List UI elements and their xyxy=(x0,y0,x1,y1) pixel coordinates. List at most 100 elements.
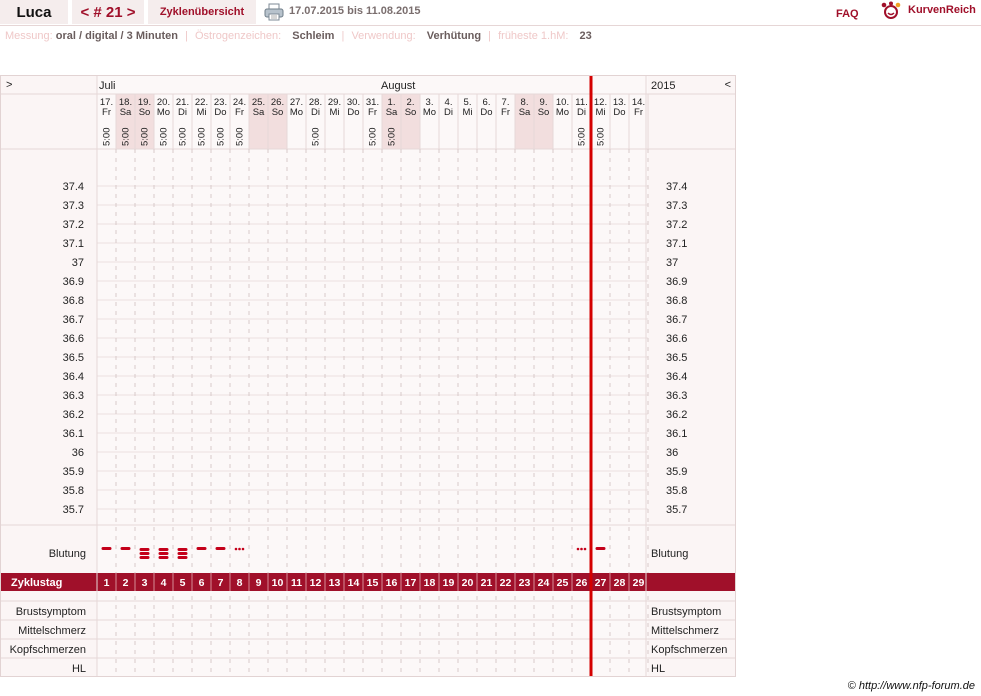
day-weekday: Do xyxy=(613,107,625,118)
day-weekday: Di xyxy=(178,107,187,118)
bleeding-mark-spotting xyxy=(241,547,245,551)
prev-arrow-button[interactable]: > xyxy=(6,79,12,91)
separator: | xyxy=(488,30,492,42)
bleeding-mark-heavy xyxy=(139,552,150,555)
measurement-label: Messung: xyxy=(5,30,53,42)
temperature-label-right: 37.3 xyxy=(666,200,687,212)
temperature-label-left: 37.3 xyxy=(63,200,84,212)
cycle-day-number: 2 xyxy=(123,577,129,589)
brand-name[interactable]: KurvenReich xyxy=(908,4,976,16)
date-range: 17.07.2015 bis 11.08.2015 xyxy=(289,5,421,17)
cycle-day-number: 13 xyxy=(329,577,341,589)
separator: | xyxy=(185,30,188,42)
cycle-day-number: 26 xyxy=(576,577,588,589)
day-weekday: Mi xyxy=(196,107,206,118)
temperature-label-left: 36.8 xyxy=(63,295,84,307)
bleeding-mark-heavy xyxy=(177,548,188,551)
day-weekday: Sa xyxy=(253,107,265,118)
day-weekday: Fr xyxy=(501,107,510,118)
bleeding-mark-heavy xyxy=(139,548,150,551)
day-weekday: So xyxy=(538,107,550,118)
measure-time: 5:00 xyxy=(197,128,208,147)
forum-credit[interactable]: © http://www.nfp-forum.de xyxy=(848,680,975,692)
month-label: Juli xyxy=(99,80,116,92)
temperature-label-right: 36.8 xyxy=(666,295,687,307)
month-label: August xyxy=(381,80,415,92)
current-day-marker xyxy=(589,76,593,676)
day-weekday: Mi xyxy=(329,107,339,118)
bleeding-mark-spotting xyxy=(238,547,241,551)
separator: | xyxy=(341,30,345,42)
cycle-day-number: 18 xyxy=(424,577,436,589)
cycle-day-number: 4 xyxy=(161,577,167,589)
measure-time: 5:00 xyxy=(140,128,151,147)
cycle-navigator[interactable]: < # 21 > xyxy=(72,0,144,24)
bleeding-mark-heavy xyxy=(158,556,169,559)
day-weekday: Di xyxy=(444,107,453,118)
bleeding-mark-heavy xyxy=(158,552,169,555)
symptom-label-right: Mittelschmerz xyxy=(651,625,719,637)
cycle-day-number: 29 xyxy=(633,577,645,589)
symptom-label-right: Brustsymptom xyxy=(651,606,721,618)
cycle-day-number: 12 xyxy=(310,577,322,589)
cycle-day-number: 21 xyxy=(481,577,493,589)
temperature-label-right: 36.7 xyxy=(666,314,687,326)
day-weekday: Di xyxy=(577,107,586,118)
measurement-value: oral / digital / 3 Minuten xyxy=(55,30,178,42)
logo-icon xyxy=(881,1,901,19)
day-weekday: Mo xyxy=(290,107,303,118)
temperature-label-left: 37.4 xyxy=(63,181,84,193)
cycle-day-number: 16 xyxy=(386,577,398,589)
temperature-label-left: 37.2 xyxy=(63,219,84,231)
temperature-label-left: 36.5 xyxy=(63,352,84,364)
temperature-label-left: 37.1 xyxy=(63,238,84,250)
cycle-day-number: 8 xyxy=(237,577,243,589)
day-weekday: Sa xyxy=(386,107,398,118)
temperature-label-right: 37.2 xyxy=(666,219,687,231)
cycle-day-number: 14 xyxy=(348,577,360,589)
printer-icon[interactable] xyxy=(264,3,284,21)
cycle-day-number: 1 xyxy=(104,577,110,589)
cycle-day-number: 9 xyxy=(256,577,262,589)
faq-link[interactable]: FAQ xyxy=(836,8,859,20)
estrogen-label: Östrogenzeichen: xyxy=(194,30,282,42)
cycle-chart-svg: > <2015Juli August17.Fr5:0018.Sa5:0019.So5… xyxy=(1,76,735,676)
cycle-day-number: 25 xyxy=(557,577,569,589)
measure-time: 5:00 xyxy=(159,128,170,147)
symptom-label-right: Kopfschmerzen xyxy=(651,644,727,656)
temperature-label-left: 36.7 xyxy=(63,314,84,326)
day-weekday: Do xyxy=(347,107,359,118)
cycle-day-number: 17 xyxy=(405,577,417,589)
temperature-label-right: 37 xyxy=(666,257,678,269)
temperature-label-right: 37.4 xyxy=(666,181,687,193)
day-weekday: Mo xyxy=(556,107,569,118)
cycle-day-number: 28 xyxy=(614,577,626,589)
measure-time: 5:00 xyxy=(102,128,113,147)
day-weekday: Fr xyxy=(634,107,643,118)
temperature-label-right: 36.6 xyxy=(666,333,687,345)
cycle-overview-link[interactable]: Zyklenübersicht xyxy=(148,0,256,24)
bleeding-mark-heavy xyxy=(158,548,169,551)
temperature-label-right: 35.7 xyxy=(666,504,687,516)
day-weekday: Fr xyxy=(235,107,244,118)
day-weekday: Fr xyxy=(368,107,377,118)
bleeding-mark-spotting xyxy=(576,547,580,551)
temperature-label-right: 36.2 xyxy=(666,409,687,421)
temperature-label-left: 36.9 xyxy=(63,276,84,288)
bleeding-label-right: Blutung xyxy=(651,548,688,560)
next-arrow-button[interactable]: < xyxy=(725,79,731,91)
cycle-day-number: 11 xyxy=(291,577,302,589)
bleeding-mark-light xyxy=(120,547,131,550)
bleeding-mark-light xyxy=(595,547,606,550)
bleeding-mark-heavy xyxy=(177,556,188,559)
cycle-day-number: 23 xyxy=(519,577,531,589)
temperature-label-left: 36.2 xyxy=(63,409,84,421)
symptom-label-left: Kopfschmerzen xyxy=(10,644,86,656)
bleeding-mark-spotting xyxy=(580,547,583,551)
temperature-label-right: 35.8 xyxy=(666,485,687,497)
bleeding-mark-light xyxy=(101,547,112,550)
cycle-chart: > <2015 Juli August 17. Fr 5:00 18. Sa 5:00 19. So 5… xyxy=(0,75,736,677)
bleeding-mark-heavy xyxy=(139,556,150,559)
temperature-label-left: 35.7 xyxy=(63,504,84,516)
cycle-day-number: 22 xyxy=(500,577,512,589)
